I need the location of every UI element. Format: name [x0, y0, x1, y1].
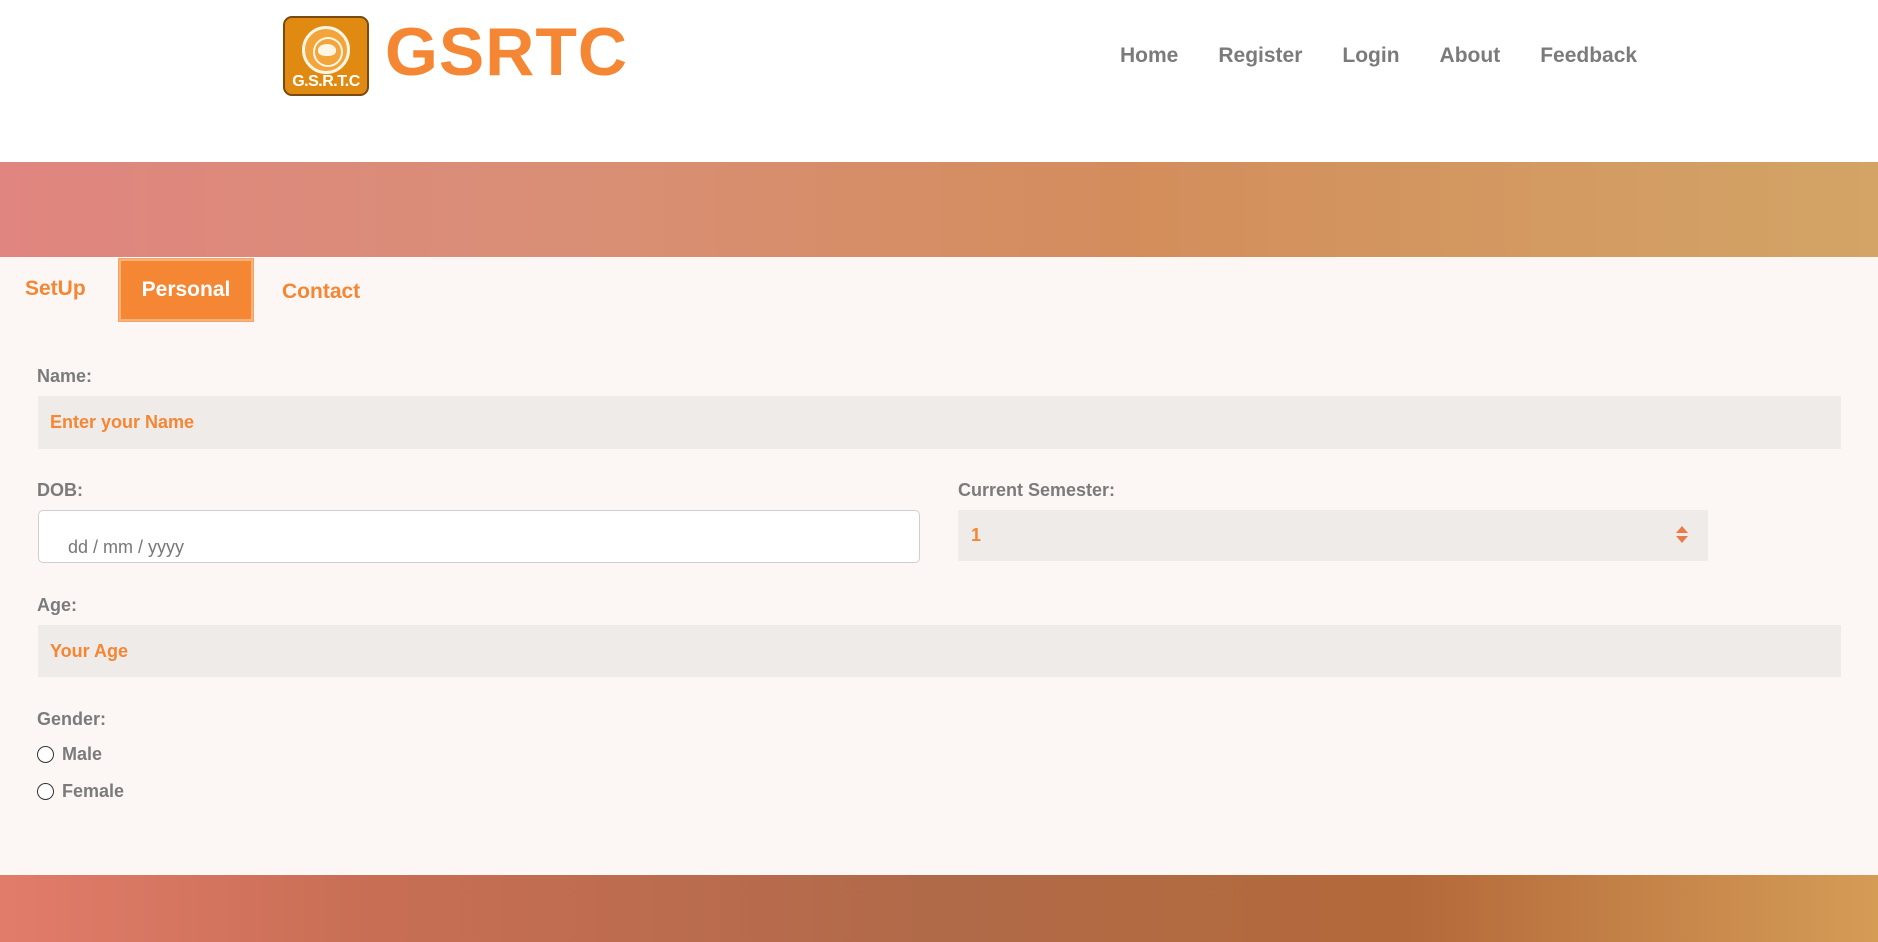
logo-text: G.S.R.T.C [292, 73, 360, 90]
nav-feedback[interactable]: Feedback [1540, 44, 1637, 68]
age-input[interactable]: Your Age [38, 625, 1841, 677]
gradient-banner [0, 162, 1878, 257]
semester-label: Current Semester: [958, 480, 1116, 500]
age-label: Age: [37, 595, 77, 615]
female-label: Female [62, 781, 125, 801]
form-panel: SetUp Personal Contact Name: Enter your … [0, 257, 1878, 875]
brand-title[interactable]: GSRTC [385, 12, 628, 92]
nav-home[interactable]: Home [1120, 44, 1178, 68]
gender-option-male[interactable]: Male [37, 744, 102, 765]
main-nav: Home Register Login About Feedback [1120, 44, 1677, 68]
gender-label: Gender: [37, 709, 107, 729]
semester-select[interactable]: 1 [958, 510, 1708, 561]
nav-about[interactable]: About [1440, 44, 1501, 68]
tab-personal[interactable]: Personal [118, 258, 254, 322]
site-header: G.S.R.T.C GSRTC Home Register Login Abou… [0, 0, 1878, 162]
dob-date-input[interactable]: dd / mm / yyyy [38, 510, 920, 563]
semester-value: 1 [971, 525, 982, 545]
female-radio[interactable] [37, 783, 54, 800]
select-arrows-icon [1676, 526, 1688, 544]
seal-icon [302, 26, 350, 74]
nav-register[interactable]: Register [1218, 44, 1302, 68]
male-radio[interactable] [37, 746, 54, 763]
nav-login[interactable]: Login [1342, 44, 1399, 68]
tab-contact[interactable]: Contact [282, 280, 360, 304]
dob-label: DOB: [37, 480, 83, 500]
name-label: Name: [37, 366, 93, 386]
name-input[interactable]: Enter your Name [38, 396, 1841, 449]
tab-setup[interactable]: SetUp [25, 277, 86, 301]
gsrtc-logo[interactable]: G.S.R.T.C [283, 16, 369, 96]
male-label: Male [62, 744, 103, 764]
footer-gradient-band [0, 875, 1878, 942]
gender-option-female[interactable]: Female [37, 781, 124, 802]
